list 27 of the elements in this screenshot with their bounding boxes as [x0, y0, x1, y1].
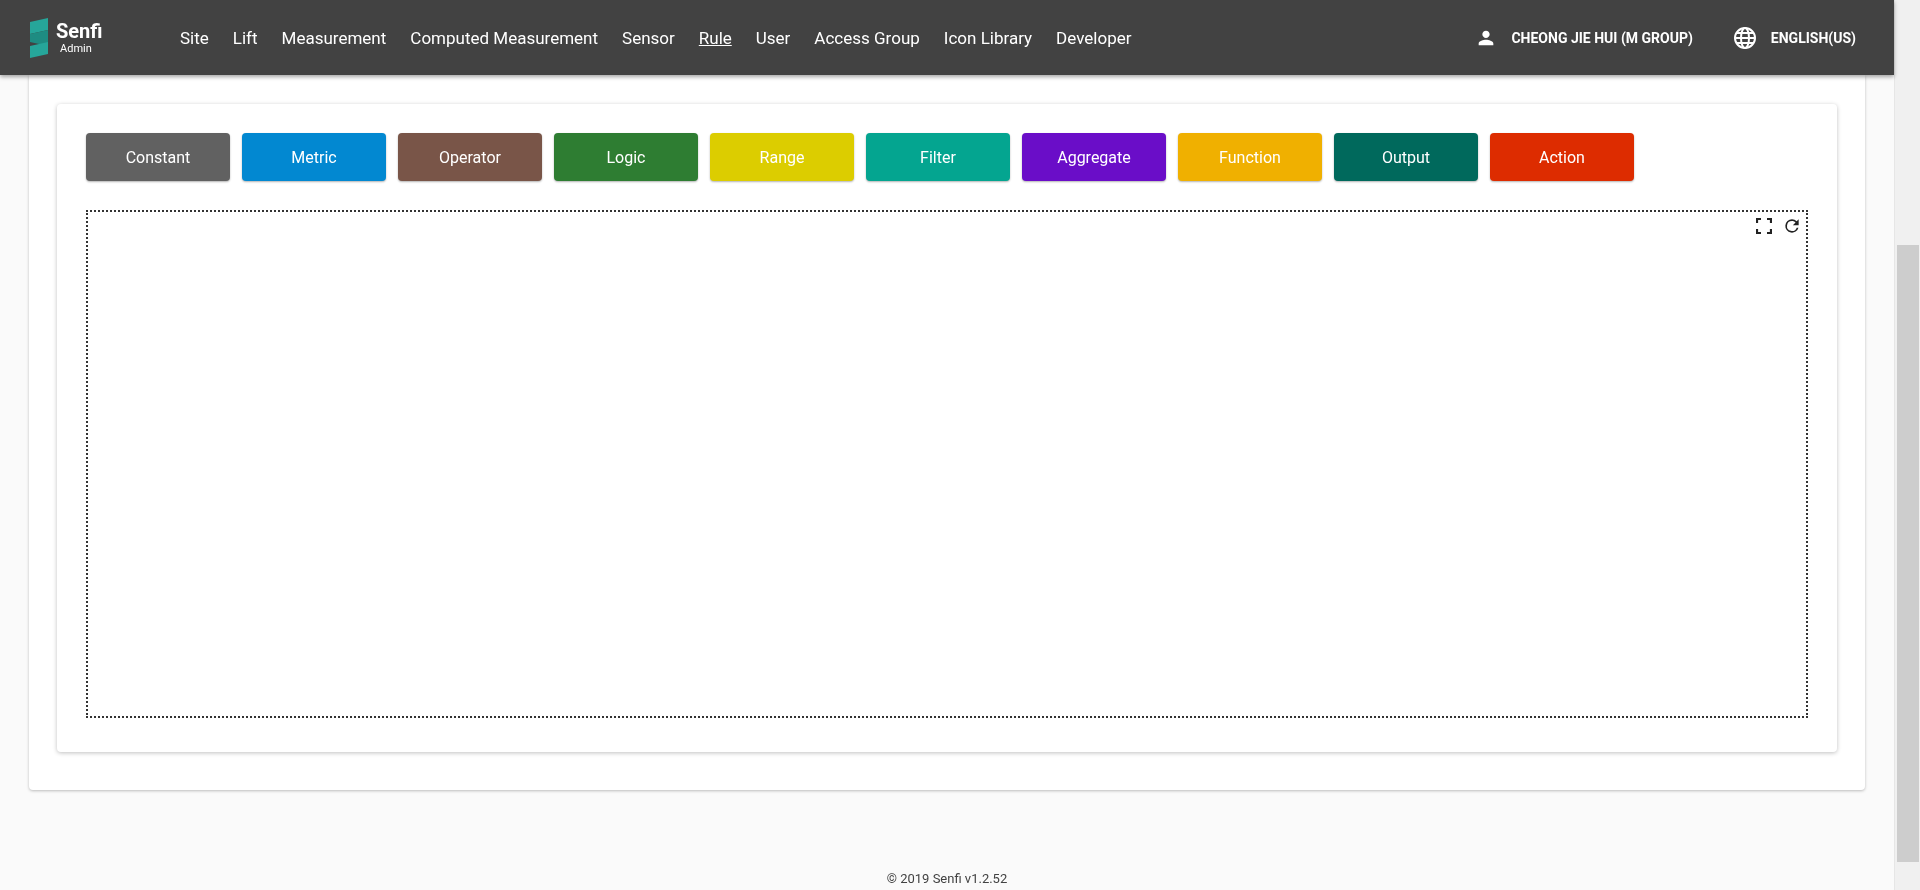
nav-link[interactable]: Access Group [802, 21, 932, 54]
nav-link[interactable]: Computed Measurement [398, 21, 611, 54]
node-type-button[interactable]: Aggregate [1022, 133, 1166, 181]
node-type-button[interactable]: Action [1490, 133, 1634, 181]
language-selector[interactable]: ENGLISH(US) [1770, 29, 1856, 46]
nav-link[interactable]: Site [168, 21, 221, 54]
user-name[interactable]: CHEONG JIE HUI (M GROUP) [1511, 29, 1693, 46]
node-type-button[interactable]: Metric [242, 133, 386, 181]
node-type-button[interactable]: Output [1334, 133, 1478, 181]
footer-text: © 2019 Senfi v1.2.52 [885, 871, 1009, 888]
node-type-button[interactable]: Constant [86, 133, 230, 181]
nav-link[interactable]: Rule [686, 21, 744, 54]
node-type-button[interactable]: Logic [554, 133, 698, 181]
nav-link[interactable]: Sensor [610, 21, 687, 54]
node-type-button[interactable]: Operator [398, 133, 542, 181]
nav-link[interactable]: Icon Library [931, 21, 1045, 54]
nav-link[interactable]: Developer [1044, 21, 1144, 54]
logo-name: Senfi [56, 20, 103, 42]
refresh-icon[interactable] [1782, 216, 1802, 236]
globe-icon[interactable] [1732, 25, 1757, 50]
scrollbar[interactable] [1894, 0, 1920, 890]
fullscreen-icon[interactable] [1756, 218, 1772, 234]
nav-link[interactable]: Lift [220, 21, 270, 54]
nav-link[interactable]: User [743, 21, 803, 54]
nav-link[interactable]: Measurement [269, 21, 399, 54]
logo-subtitle: Admin [59, 42, 93, 55]
logo-icon [28, 17, 50, 58]
